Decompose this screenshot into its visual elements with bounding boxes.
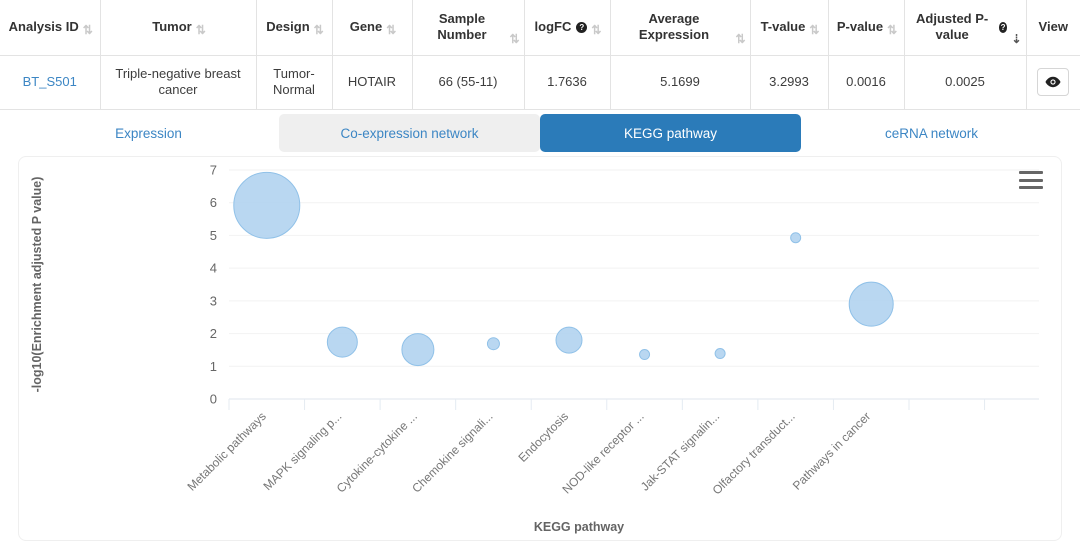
kegg-pathway-chart-panel: 0 1 2 3 4 5 6 7 -log10(Enrichment adjusted P val… [18, 156, 1062, 541]
cell-adjusted-p-value: 0.0025 [904, 55, 1026, 110]
analysis-id-link[interactable]: BT_S501 [23, 74, 77, 89]
cell-view [1026, 55, 1080, 110]
column-header-gene[interactable]: Gene ⇅ [332, 0, 412, 55]
sort-icon[interactable]: ⇅ [386, 24, 394, 36]
x-axis-category-label: NOD-like receptor ... [559, 410, 646, 497]
y-axis-tick-label: 0 [210, 392, 217, 407]
eye-icon [1045, 76, 1061, 88]
y-axis-tick-label: 3 [210, 294, 217, 309]
help-icon[interactable]: ? [999, 22, 1008, 33]
tab-co-expression-network[interactable]: Co-expression network [279, 114, 540, 152]
column-header-logfc[interactable]: logFC? ⇅ [524, 0, 610, 55]
cell-average-expression: 5.1699 [610, 55, 750, 110]
column-header-label: logFC [535, 19, 572, 35]
column-header-t-value[interactable]: T-value ⇅ [750, 0, 828, 55]
column-header-adjusted-p-value[interactable]: Adjusted P-value? ⇣ [904, 0, 1026, 55]
cell-logfc: 1.7636 [524, 55, 610, 110]
cell-tumor: Triple-negative breast cancer [100, 55, 256, 110]
column-header-label: Tumor [152, 19, 191, 35]
y-axis-tick-label: 5 [210, 228, 217, 243]
x-axis-category-label: Cytokine-cytokine ... [334, 410, 420, 496]
sort-icon[interactable]: ⇅ [735, 33, 743, 45]
column-header-tumor[interactable]: Tumor ⇅ [100, 0, 256, 55]
column-header-label: P-value [837, 19, 883, 35]
x-axis-category-label: Pathways in cancer [790, 410, 873, 493]
table-row: BT_S501 Triple-negative breast cancer Tu… [0, 55, 1080, 110]
table-header-row: Analysis ID ⇅ Tumor ⇅ Design ⇅ Gene [0, 0, 1080, 55]
y-axis-tick-label: 4 [210, 261, 217, 276]
x-axis-category-label: Chemokine signali... [409, 410, 495, 496]
sample-number-value: 66 (55-11) [438, 74, 497, 89]
analysis-tab-bar: Expression Co-expression network KEGG pa… [0, 110, 1080, 156]
sort-icon[interactable]: ⇅ [83, 24, 91, 36]
y-axis-tick-label: 2 [210, 326, 217, 341]
x-axis-category-label: Endocytosis [515, 410, 571, 466]
column-header-label: Gene [350, 19, 383, 35]
sort-icon[interactable]: ⇅ [314, 24, 322, 36]
sort-icon[interactable]: ⇅ [809, 24, 817, 36]
chart-bubble[interactable] [849, 282, 893, 326]
column-header-average-expression[interactable]: Average Expression ⇅ [610, 0, 750, 55]
column-header-label: Design [266, 19, 309, 35]
chart-bubble[interactable] [402, 334, 434, 366]
y-axis-title: -log10(Enrichment adjusted P value) [30, 177, 44, 393]
chart-bubble[interactable] [640, 350, 650, 360]
tab-expression[interactable]: Expression [18, 114, 279, 152]
chart-bubble[interactable] [715, 349, 725, 359]
view-details-button[interactable] [1037, 68, 1069, 96]
chart-bubble[interactable] [791, 233, 801, 243]
sort-icon[interactable]: ⇅ [509, 33, 517, 45]
y-axis-tick-label: 6 [210, 195, 217, 210]
help-icon[interactable]: ? [576, 22, 587, 33]
cell-t-value: 3.2993 [750, 55, 828, 110]
column-header-p-value[interactable]: P-value ⇅ [828, 0, 904, 55]
kegg-bubble-chart: 0 1 2 3 4 5 6 7 -log10(Enrichment adjusted P val… [19, 157, 1061, 540]
sort-icon[interactable]: ⇅ [591, 24, 599, 36]
column-header-view: View [1026, 0, 1080, 55]
chart-bubble[interactable] [487, 338, 499, 350]
column-header-label: Adjusted P-value [911, 11, 994, 44]
sort-icon[interactable]: ⇅ [887, 24, 895, 36]
x-axis-category-label: Olfactory transduct... [710, 410, 798, 498]
chart-bubble[interactable] [327, 327, 357, 357]
cell-p-value: 0.0016 [828, 55, 904, 110]
y-axis-tick-label: 1 [210, 359, 217, 374]
cell-sample-number: 66 (55-11) [412, 55, 524, 110]
column-header-sample-number[interactable]: Sample Number ⇅ [412, 0, 524, 55]
cell-design: Tumor-Normal [256, 55, 332, 110]
analysis-results-table: Analysis ID ⇅ Tumor ⇅ Design ⇅ Gene [0, 0, 1080, 110]
cell-gene: HOTAIR [332, 55, 412, 110]
x-axis-title: KEGG pathway [534, 520, 624, 534]
tab-kegg-pathway[interactable]: KEGG pathway [540, 114, 801, 152]
x-axis-category-label: MAPK signaling p... [261, 410, 345, 494]
column-header-label: Average Expression [617, 11, 732, 44]
column-header-label: Sample Number [419, 11, 506, 44]
x-axis-category-label: Jak-STAT signalin... [638, 410, 722, 494]
hamburger-menu-icon[interactable] [1019, 171, 1043, 189]
tab-cerna-network[interactable]: ceRNA network [801, 114, 1062, 152]
sort-icon-descending[interactable]: ⇣ [1011, 33, 1019, 45]
column-header-design[interactable]: Design ⇅ [256, 0, 332, 55]
x-axis-category-label: Metabolic pathways [184, 410, 268, 494]
chart-bubble[interactable] [234, 173, 300, 239]
column-header-label: View [1039, 19, 1068, 35]
chart-bubble[interactable] [556, 327, 582, 353]
sort-icon[interactable]: ⇅ [196, 24, 204, 36]
cell-analysis-id: BT_S501 [0, 55, 100, 110]
column-header-analysis-id[interactable]: Analysis ID ⇅ [0, 0, 100, 55]
y-axis-tick-label: 7 [210, 163, 217, 178]
column-header-label: Analysis ID [9, 19, 79, 35]
column-header-label: T-value [761, 19, 806, 35]
